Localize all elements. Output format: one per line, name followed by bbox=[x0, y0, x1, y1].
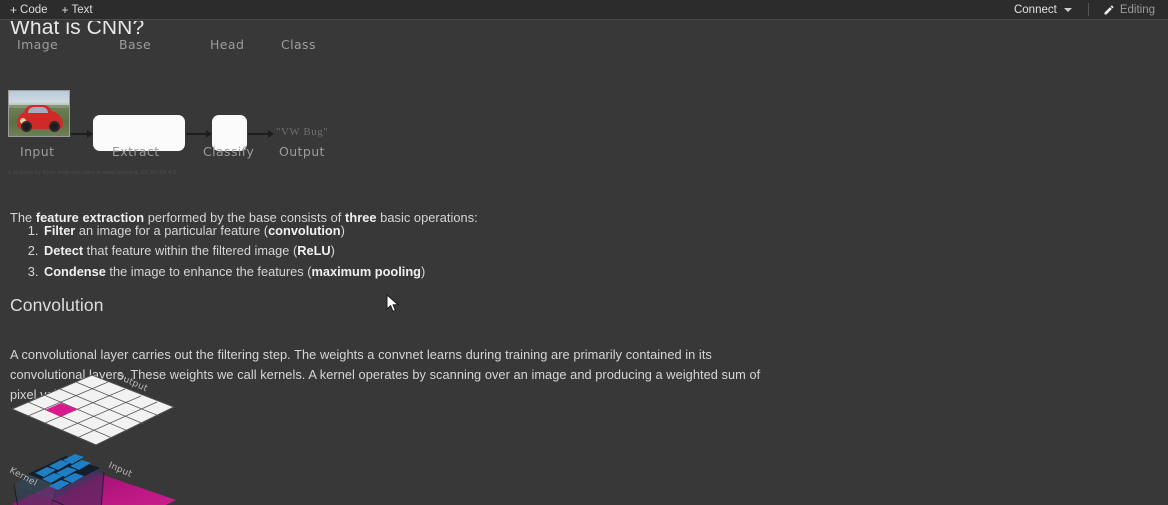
kernel-scanning-figure: Output Kernel Input bbox=[4, 369, 189, 505]
op-rest-a: that feature within the filtered image ( bbox=[83, 243, 298, 259]
plus-icon: + bbox=[10, 2, 18, 17]
op-rest-a: the image to enhance the features ( bbox=[105, 263, 312, 279]
op-lead: Detect bbox=[44, 243, 84, 259]
arrow-input-to-base bbox=[71, 130, 93, 137]
car-wheel-front bbox=[21, 120, 32, 132]
op-lead: Condense bbox=[44, 263, 106, 279]
figure-label-input: Input bbox=[20, 144, 55, 159]
car-window bbox=[28, 106, 48, 114]
notebook-toolbar: + Code + Text Connect Editing bbox=[0, 0, 1168, 20]
pencil-icon bbox=[1104, 4, 1114, 15]
op-lead: Filter bbox=[44, 223, 76, 238]
notebook-content-area: What is CNN? Image Base Head Class "VW B… bbox=[0, 21, 1168, 505]
input-image-thumbnail bbox=[8, 90, 70, 137]
toolbar-divider bbox=[1087, 3, 1089, 16]
figure-caption: a diagram by Ryan Holbrook, intro to dee… bbox=[8, 170, 177, 176]
figure-label-extract: Extract bbox=[112, 144, 160, 159]
chevron-down-icon bbox=[1063, 7, 1072, 12]
toolbar-right-group: Connect Editing bbox=[1007, 1, 1168, 19]
kernel-figure-svg: Output Kernel Input bbox=[8, 372, 176, 505]
connect-label: Connect bbox=[1013, 3, 1057, 16]
editing-label: Editing bbox=[1119, 3, 1155, 16]
add-code-cell-label: Code bbox=[20, 3, 48, 16]
section-heading-convolution: Convolution bbox=[10, 295, 104, 315]
editing-mode-button[interactable]: Editing bbox=[1098, 1, 1160, 19]
figure-label-output: Output bbox=[279, 144, 325, 159]
arrow-head-to-output bbox=[248, 130, 274, 137]
op-rest-b: ) bbox=[330, 243, 335, 259]
list-item: Filter an image for a particular feature… bbox=[42, 221, 425, 241]
figure-label-class: Class bbox=[281, 37, 316, 52]
figure-label-head: Head bbox=[210, 37, 245, 52]
figure-label-classify: Classify bbox=[203, 144, 255, 159]
connect-button[interactable]: Connect bbox=[1007, 1, 1079, 19]
op-rest-a: an image for a particular feature ( bbox=[75, 223, 269, 238]
add-code-cell-button[interactable]: + Code bbox=[4, 1, 54, 19]
plus-icon: + bbox=[61, 2, 69, 17]
add-text-cell-label: Text bbox=[71, 3, 93, 16]
list-item: Detect that feature within the filtered … bbox=[42, 241, 425, 261]
arrow-base-to-head bbox=[186, 130, 212, 137]
op-tail: ReLU bbox=[297, 243, 331, 259]
op-tail: maximum pooling bbox=[311, 263, 421, 279]
toolbar-left-group: + Code + Text bbox=[0, 1, 99, 19]
op-rest-b: ) bbox=[420, 263, 426, 279]
figure-label-image: Image bbox=[17, 37, 59, 52]
op-rest-b: ) bbox=[340, 223, 345, 238]
output-plane-grid bbox=[10, 374, 176, 446]
kernel-figure-label-input: Input bbox=[107, 461, 134, 480]
figure-label-base: Base bbox=[119, 37, 152, 52]
car-wheel-rear bbox=[49, 120, 60, 132]
cnn-pipeline-figure: Image Base Head Class "VW Bug" Input Ext… bbox=[0, 37, 360, 176]
figure-output-text: "VW Bug" bbox=[276, 126, 329, 138]
add-text-cell-button[interactable]: + Text bbox=[56, 1, 99, 19]
op-tail: convolution bbox=[268, 223, 341, 238]
list-item: Condense the image to enhance the featur… bbox=[42, 262, 425, 282]
operations-list: Filter an image for a particular feature… bbox=[10, 221, 425, 282]
